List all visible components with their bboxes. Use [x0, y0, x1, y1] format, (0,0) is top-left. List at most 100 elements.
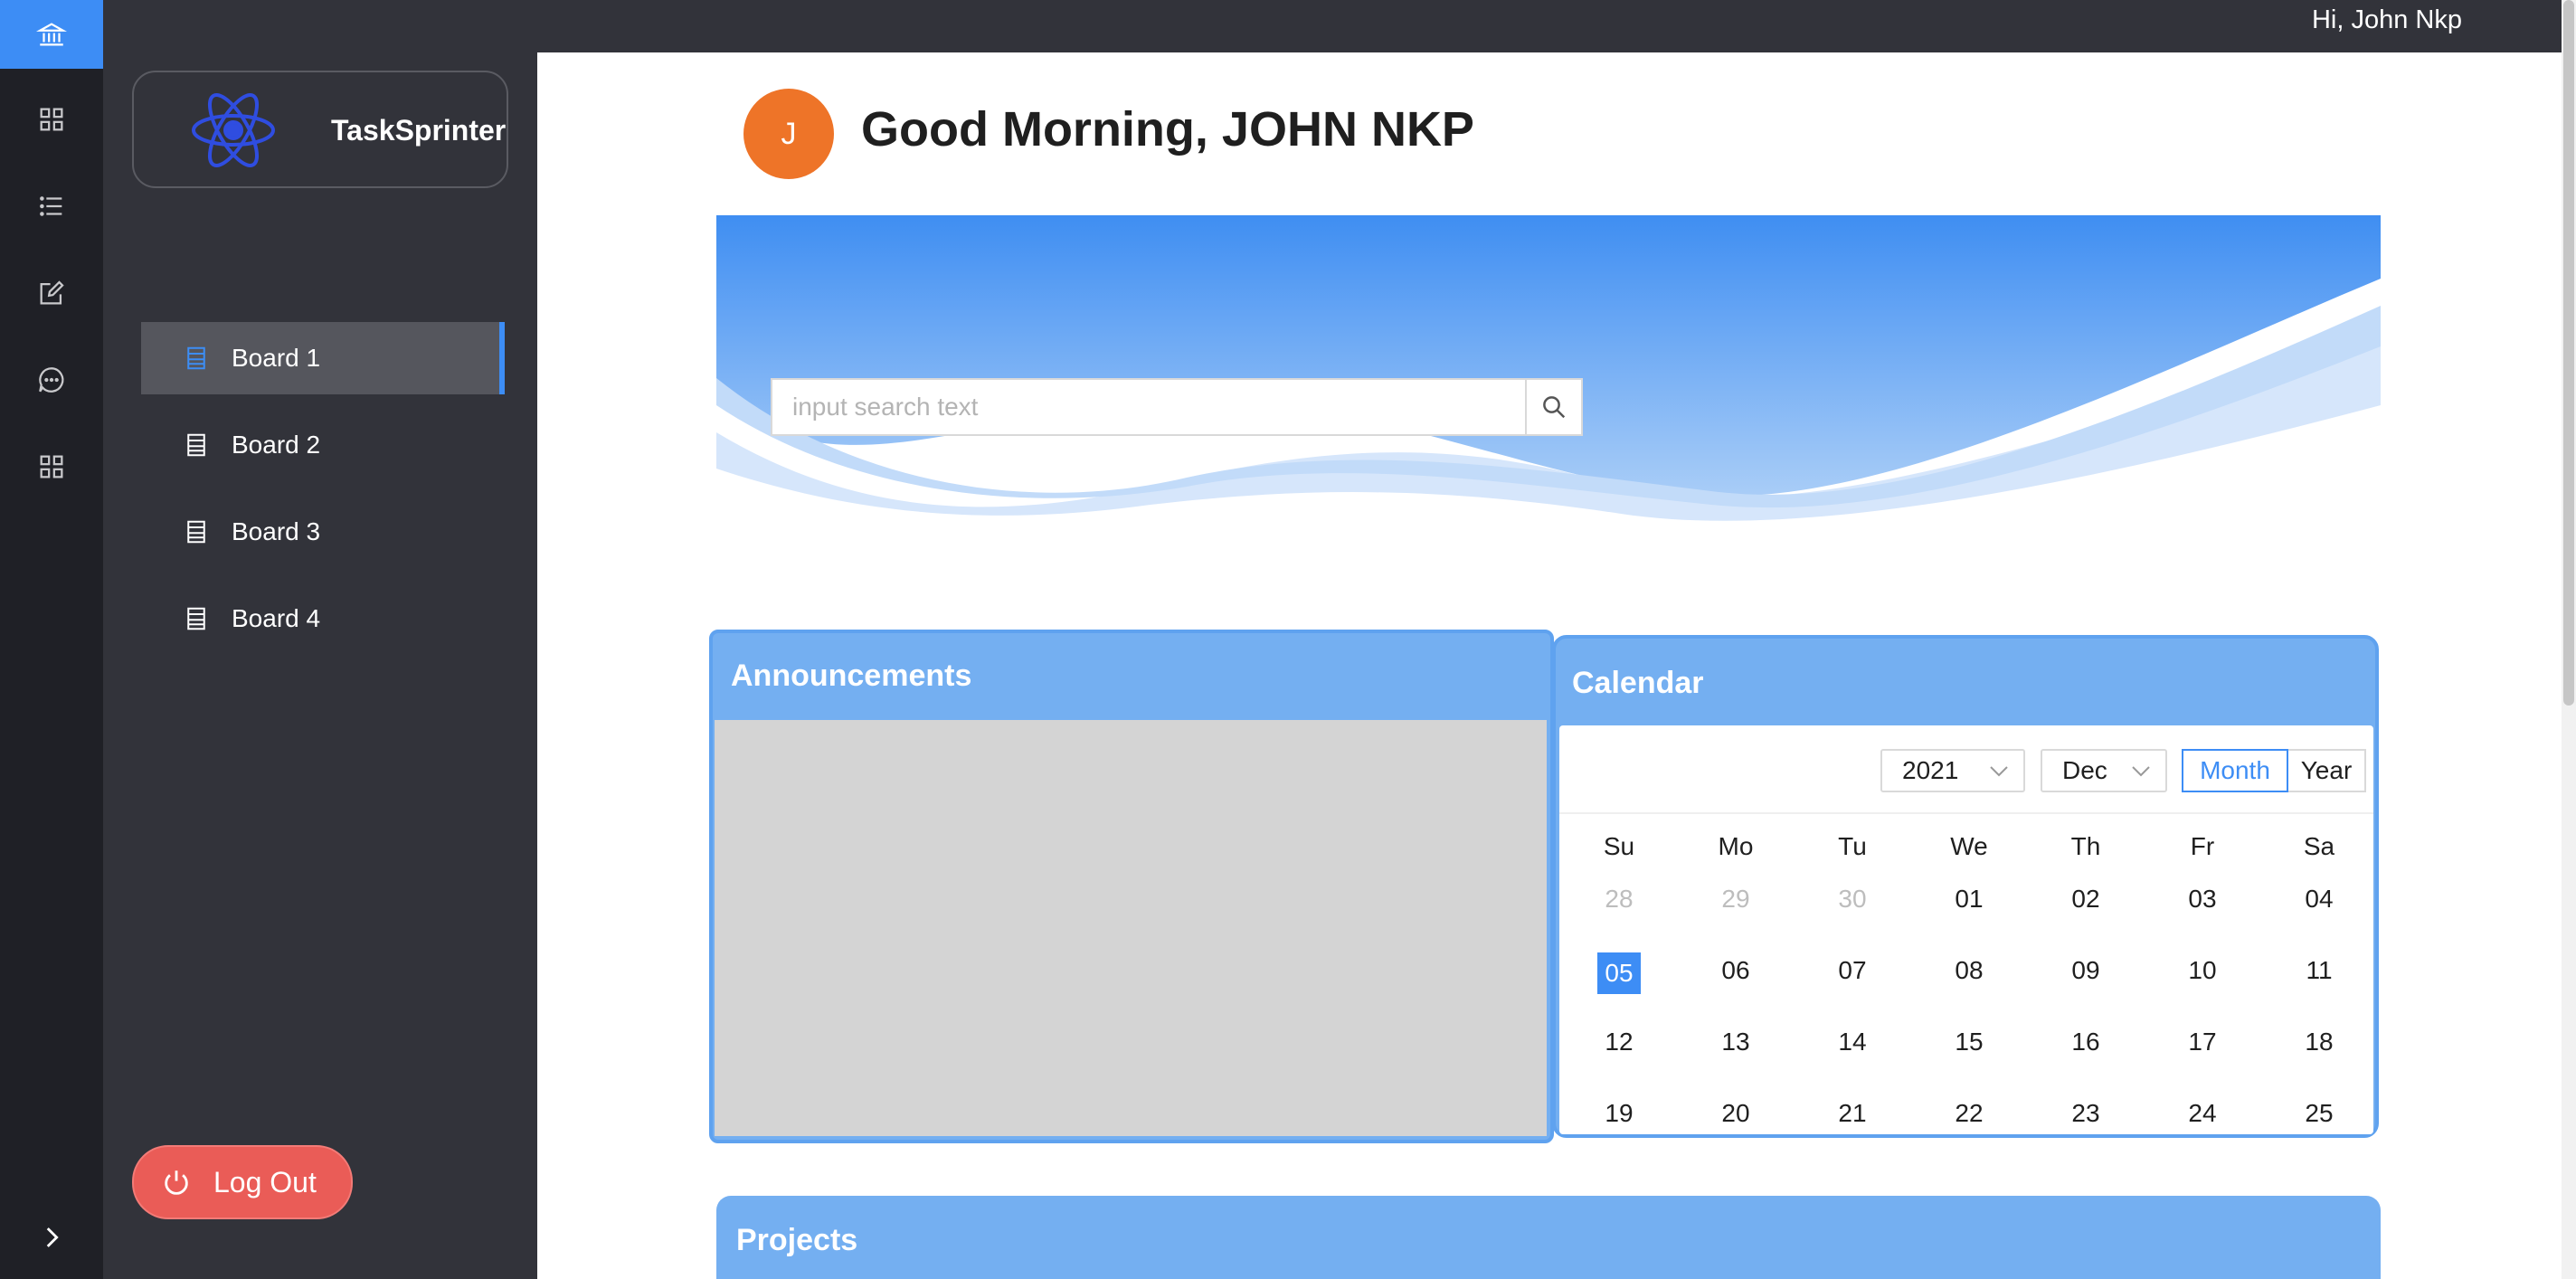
- projects-panel: Projects: [716, 1196, 2381, 1279]
- sidebar-item-board-1[interactable]: Board 1: [141, 322, 505, 394]
- list-icon: [40, 196, 62, 216]
- calendar-day-number: 12: [1605, 1028, 1634, 1056]
- calendar-day-number: 17: [2188, 1028, 2217, 1056]
- grid-icon: [40, 108, 63, 131]
- scrollbar-thumb[interactable]: [2563, 0, 2574, 706]
- calendar-day-number: 16: [2071, 1028, 2100, 1056]
- month-mode-button[interactable]: Month: [2182, 749, 2288, 792]
- dashboard-nav-button[interactable]: [0, 76, 103, 163]
- sidebar-item-board-2[interactable]: Board 2: [141, 409, 505, 481]
- calendar-day-number: 05: [1597, 952, 1641, 994]
- weekday-header: Mo: [1718, 832, 1754, 860]
- avatar[interactable]: J: [743, 89, 834, 179]
- calendar-day[interactable]: 13: [1681, 1024, 1790, 1060]
- announcements-panel: Announcements: [709, 630, 1554, 1143]
- calendar-day[interactable]: 21: [1798, 1095, 1907, 1132]
- page-title: Good Morning, JOHN NKP: [861, 102, 1474, 156]
- calendar-day[interactable]: 03: [2148, 881, 2257, 917]
- search-input[interactable]: [772, 380, 1525, 434]
- app-name: TaskSprinter: [331, 114, 507, 147]
- calendar-day-number: 24: [2188, 1099, 2217, 1127]
- weekday-header: Sa: [2303, 832, 2335, 860]
- weekday-header: Tu: [1838, 832, 1867, 860]
- calendar-day[interactable]: 01: [1915, 881, 2023, 917]
- calendar-day[interactable]: 29: [1681, 881, 1790, 917]
- bank-icon: [36, 23, 67, 46]
- calendar-day[interactable]: 12: [1565, 1024, 1673, 1060]
- expand-sidebar-button[interactable]: [0, 1194, 103, 1279]
- calendar-day[interactable]: 14: [1798, 1024, 1907, 1060]
- calendar-day-number: 23: [2071, 1099, 2100, 1127]
- calendar-day[interactable]: 15: [1915, 1024, 2023, 1060]
- calendar-day[interactable]: 17: [2148, 1024, 2257, 1060]
- calendar-day[interactable]: 06: [1681, 952, 1790, 989]
- calendar-day-number: 21: [1838, 1099, 1867, 1127]
- sidebar: TaskSprinter Board 1 Board 2 Board 3 Boa…: [103, 0, 537, 1279]
- calendar-day[interactable]: 20: [1681, 1095, 1790, 1132]
- calendar-day-number: 03: [2188, 885, 2217, 913]
- calendar-day[interactable]: 05: [1565, 952, 1673, 994]
- calendar-day[interactable]: 16: [2031, 1024, 2140, 1060]
- board-label: Board 3: [232, 517, 321, 545]
- sidebar-item-board-4[interactable]: Board 4: [141, 583, 505, 655]
- calendar-day[interactable]: 09: [2031, 952, 2140, 989]
- calendar-body: 2021 Dec Month Year Su Mo Tu We Th Fr Sa 28 29 30…: [1559, 725, 2373, 1134]
- calendar-day[interactable]: 23: [2031, 1095, 2140, 1132]
- top-bar: Hi, John Nkp: [537, 0, 2576, 52]
- app-logo-card[interactable]: TaskSprinter: [132, 71, 508, 188]
- logout-label: Log Out: [213, 1165, 317, 1198]
- document-icon: [187, 346, 205, 370]
- calendar-day-number: 06: [1721, 956, 1750, 984]
- calendar-day[interactable]: 22: [1915, 1095, 2023, 1132]
- chat-icon: [39, 367, 64, 393]
- calendar-day-number: 01: [1955, 885, 1984, 913]
- search-button[interactable]: [1525, 380, 1581, 434]
- atom-logo-icon: [192, 93, 275, 167]
- year-mode-button[interactable]: Year: [2288, 749, 2366, 792]
- calendar-day-number: 20: [1721, 1099, 1750, 1127]
- calendar-day[interactable]: 24: [2148, 1095, 2257, 1132]
- sidebar-item-board-3[interactable]: Board 3: [141, 496, 505, 568]
- year-select[interactable]: 2021: [1880, 749, 2025, 792]
- calendar-day[interactable]: 30: [1798, 881, 1907, 917]
- calendar-day[interactable]: 04: [2265, 881, 2373, 917]
- weekday-header: Su: [1603, 832, 1635, 860]
- calendar-day[interactable]: 08: [1915, 952, 2023, 989]
- calendar-day[interactable]: 02: [2031, 881, 2140, 917]
- calendar-day[interactable]: 25: [2265, 1095, 2373, 1132]
- year-select-value: 2021: [1902, 756, 1959, 784]
- calendar-day[interactable]: 07: [1798, 952, 1907, 989]
- chevron-right-icon: [46, 1227, 59, 1247]
- calendar-day-number: 28: [1605, 885, 1634, 913]
- icon-rail: [0, 0, 103, 1279]
- calendar-day-number: 30: [1838, 885, 1867, 913]
- messages-nav-button[interactable]: [0, 336, 103, 423]
- calendar-day[interactable]: 10: [2148, 952, 2257, 989]
- notes-nav-button[interactable]: [0, 250, 103, 336]
- calendar-day[interactable]: 28: [1565, 881, 1673, 917]
- calendar-day-number: 10: [2188, 956, 2217, 984]
- board-label: Board 2: [232, 431, 321, 459]
- wave-banner-graphic: [716, 215, 2381, 526]
- weekday-header: Fr: [2190, 832, 2215, 860]
- calendar-day-number: 29: [1721, 885, 1750, 913]
- home-nav-button[interactable]: [0, 0, 103, 69]
- hero-banner: [716, 215, 2381, 526]
- user-greeting[interactable]: Hi, John Nkp: [2312, 5, 2462, 35]
- logout-button[interactable]: Log Out: [132, 1145, 353, 1219]
- document-icon: [187, 607, 205, 630]
- calendar-day[interactable]: 19: [1565, 1095, 1673, 1132]
- calendar-panel: Calendar 2021 Dec Month Year Su Mo Tu We Th F…: [1552, 635, 2379, 1138]
- calendar-day-number: 11: [2306, 956, 2333, 984]
- document-icon: [187, 520, 205, 544]
- document-icon: [187, 433, 205, 457]
- board-label: Board 1: [232, 344, 321, 372]
- month-select[interactable]: Dec: [2041, 749, 2167, 792]
- apps-nav-button[interactable]: [0, 423, 103, 510]
- calendar-day-number: 04: [2305, 885, 2334, 913]
- calendar-day[interactable]: 18: [2265, 1024, 2373, 1060]
- calendar-day-number: 09: [2071, 956, 2100, 984]
- tasks-nav-button[interactable]: [0, 163, 103, 250]
- calendar-day[interactable]: 11: [2265, 952, 2373, 989]
- calendar-title: Calendar: [1572, 666, 1704, 700]
